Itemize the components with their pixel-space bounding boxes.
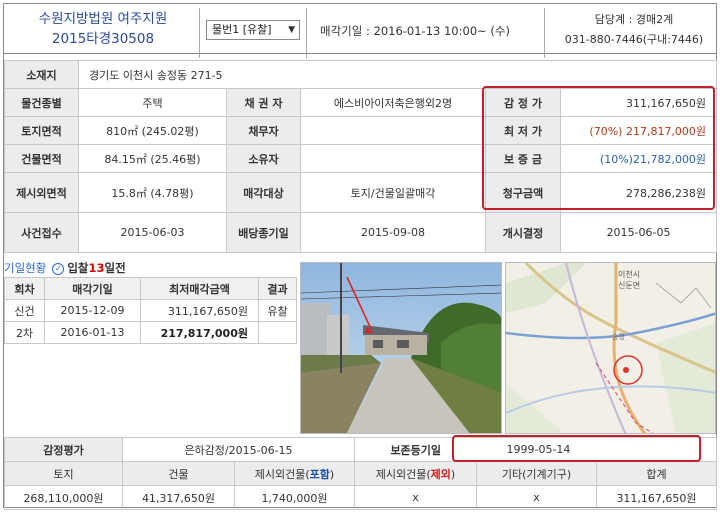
contact-dept: 담당계 : 경매2계 <box>594 13 674 26</box>
land-area-value: 810㎡ (245.02평) <box>78 116 227 145</box>
court-case-title: 수원지방법원 여주지원 2015타경30508 <box>8 9 198 49</box>
divider <box>306 8 307 58</box>
date-cell: 2016-01-13 <box>44 321 141 344</box>
property-photo-image <box>301 263 501 433</box>
contact-info: 담당계 : 경매2계 031-880-7446(구내:7446) <box>549 10 719 50</box>
creditor-value: 에스비아이저축은행외2명 <box>300 88 486 117</box>
round-cell: 2차 <box>4 321 45 344</box>
appraisal-value: 은하감정/2015-06-15 <box>122 437 355 462</box>
building-value: 41,317,650원 <box>122 485 235 510</box>
map-label-town: 신둔면 <box>618 280 640 290</box>
excluded-area-value: 15.8㎡ (4.78평) <box>78 172 227 213</box>
item-select[interactable]: 물번1 [유찰] ▼ <box>206 20 300 40</box>
sale-date: 매각기일 : 2016-01-13 10:00~ (수) <box>320 24 510 38</box>
map-label-city: 이천시 <box>618 269 640 279</box>
bid-countdown-suffix: 일전 <box>104 261 126 275</box>
col-extra-excluded-tag: 제외 <box>430 467 451 481</box>
round-cell: 신건 <box>4 299 45 322</box>
location-map-image: 이천시 신둔면 송정 <box>506 263 715 433</box>
case-number: 2015타경30508 <box>51 31 155 47</box>
appraisal-label: 감정평가 <box>4 437 123 462</box>
price-highlight-box <box>482 86 715 210</box>
col-round: 회차 <box>4 277 45 300</box>
col-building: 건물 <box>122 461 235 486</box>
land-area-label: 토지면적 <box>4 116 79 145</box>
history-title: 기일현황 <box>4 261 47 275</box>
debtor-value <box>300 116 486 145</box>
col-extra-included: 제시외건물(포함) <box>234 461 355 486</box>
divider <box>544 8 545 58</box>
bid-countdown-prefix: 입찰 <box>67 261 89 275</box>
excluded-area-label: 제시외면적 <box>4 172 79 213</box>
chevron-down-icon: ▼ <box>288 25 295 35</box>
price-cell: 217,817,000원 <box>140 321 259 344</box>
table-row: 2차 2016-01-13 217,817,000원 <box>4 321 297 344</box>
location-map[interactable]: 이천시 신둔면 송정 <box>505 262 716 434</box>
sale-target-value: 토지/건물일괄매각 <box>300 172 486 213</box>
col-result: 결과 <box>258 277 297 300</box>
address-label: 소재지 <box>4 60 79 89</box>
creditor-label: 채 권 자 <box>226 88 301 117</box>
col-sale-date: 매각기일 <box>44 277 141 300</box>
col-extra-excluded: 제시외건물(제외) <box>354 461 477 486</box>
property-photo[interactable] <box>300 262 502 434</box>
col-extra-included-tag: 포함 <box>309 467 330 481</box>
col-lowest-price: 최저매각금액 <box>140 277 259 300</box>
col-close-paren: ) <box>329 467 335 481</box>
history-header: 기일현황 ✓ 입찰13일전 <box>4 260 126 276</box>
dividend-date-label: 배당종기일 <box>226 212 301 253</box>
col-close-paren: ) <box>450 467 456 481</box>
etc-value: x <box>476 485 597 510</box>
case-date-label: 사건접수 <box>4 212 79 253</box>
total-value: 311,167,650원 <box>596 485 717 510</box>
dividend-date-value: 2015-09-08 <box>300 212 486 253</box>
contact-phone: 031-880-7446(구내:7446) <box>564 33 704 46</box>
col-land: 토지 <box>4 461 123 486</box>
header-bar: 수원지방법원 여주지원 2015타경30508 물번1 [유찰] ▼ 매각기일 … <box>4 4 719 58</box>
check-circle-icon: ✓ <box>52 262 65 275</box>
preservation-highlight-box <box>452 435 701 462</box>
case-date-value: 2015-06-03 <box>78 212 227 253</box>
type-label: 물건종별 <box>4 88 79 117</box>
building-area-label: 건물면적 <box>4 144 79 173</box>
result-cell <box>258 321 297 344</box>
land-value: 268,110,000원 <box>4 485 123 510</box>
start-date-label: 개시결정 <box>485 212 561 253</box>
bid-countdown-days: 13 <box>88 261 105 275</box>
auction-history-table: 회차 매각기일 최저매각금액 결과 신건 2015-12-09 311,167,… <box>4 277 297 344</box>
building-area-value: 84.15㎡ (25.46평) <box>78 144 227 173</box>
start-date-value: 2015-06-05 <box>559 212 718 253</box>
map-label-place: 송정 <box>612 332 625 341</box>
col-etc: 기타(기계기구) <box>476 461 597 486</box>
table-row: 268,110,000원 41,317,650원 1,740,000원 x x … <box>4 485 717 510</box>
owner-value <box>300 144 486 173</box>
divider <box>199 8 200 58</box>
type-value: 주택 <box>78 88 227 117</box>
address-value: 경기도 이천시 송정동 271-5 <box>77 60 718 89</box>
extra-excluded-value: x <box>354 485 477 510</box>
col-extra-excluded-prefix: 제시외건물( <box>375 467 431 481</box>
result-cell: 유찰 <box>258 299 297 322</box>
item-select-value: 물번1 [유찰] <box>212 23 272 36</box>
sale-target-label: 매각대상 <box>226 172 301 213</box>
price-cell: 311,167,650원 <box>140 299 259 322</box>
court-name: 수원지방법원 여주지원 <box>38 11 168 27</box>
date-cell: 2015-12-09 <box>44 299 141 322</box>
table-row: 신건 2015-12-09 311,167,650원 유찰 <box>4 299 297 322</box>
col-total: 합계 <box>596 461 717 486</box>
owner-label: 소유자 <box>226 144 301 173</box>
col-extra-included-prefix: 제시외건물( <box>254 467 310 481</box>
debtor-label: 채무자 <box>226 116 301 145</box>
extra-included-value: 1,740,000원 <box>234 485 355 510</box>
